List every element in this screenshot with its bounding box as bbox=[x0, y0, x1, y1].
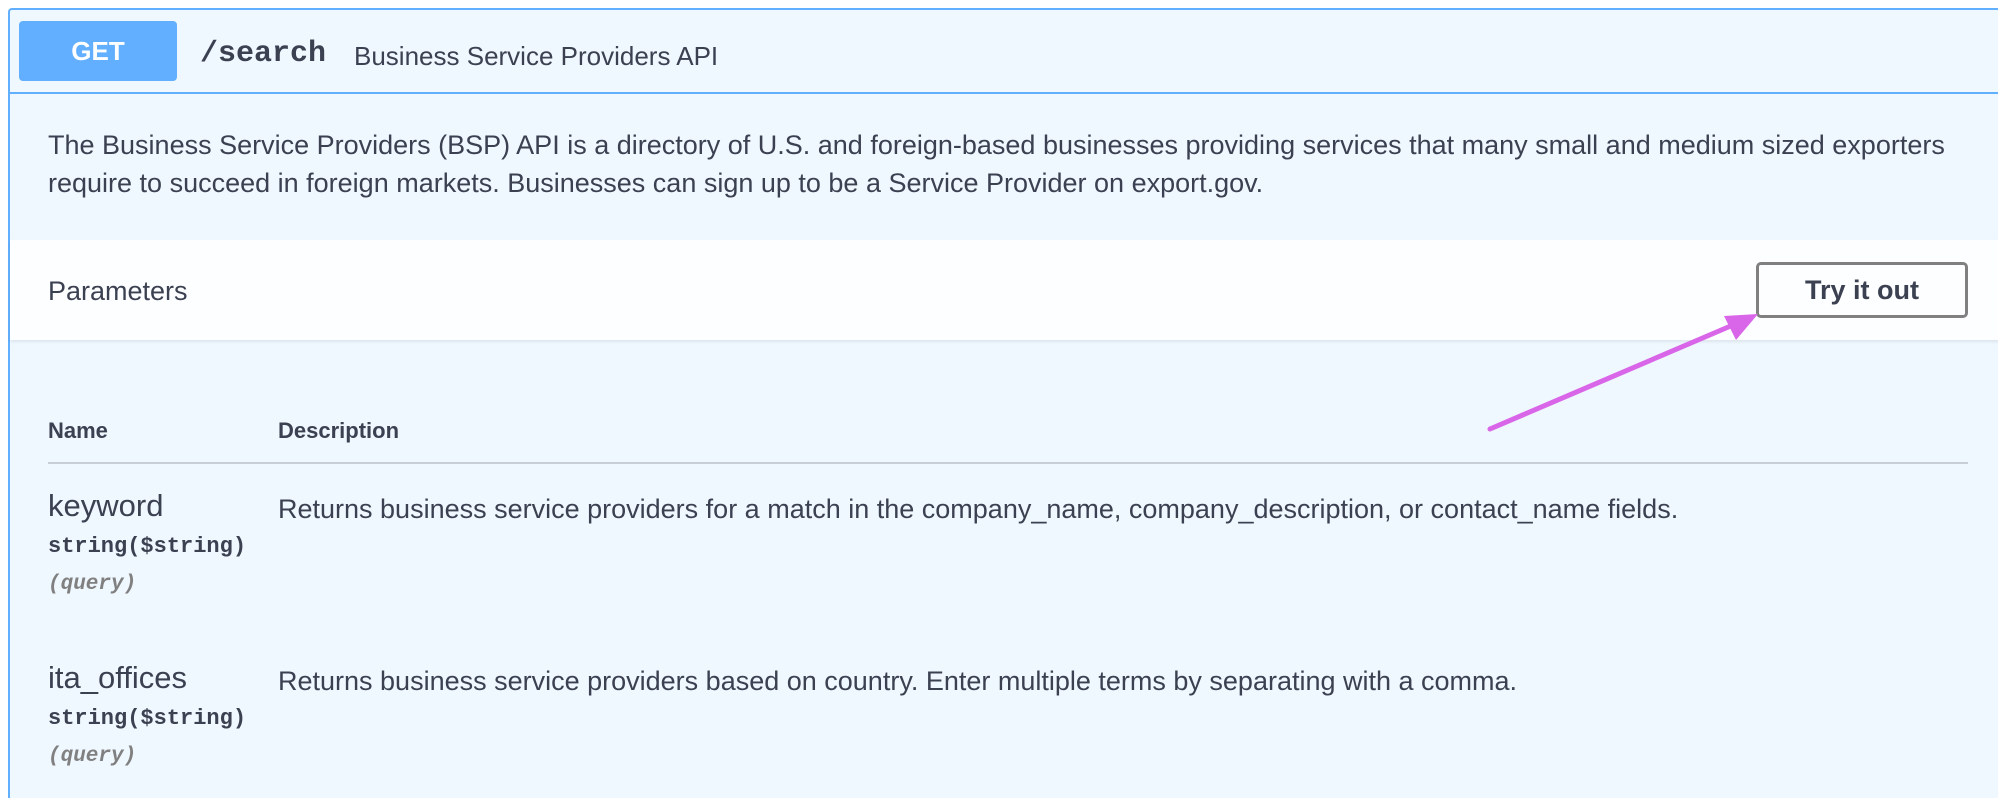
operation-block: GET /search Business Service Providers A… bbox=[8, 8, 1998, 798]
column-header-name: Name bbox=[48, 418, 108, 443]
parameter-row-keyword: keyword string($string) (query) bbox=[48, 488, 246, 596]
parameter-name: ita_offices bbox=[48, 660, 188, 695]
annotation-arrow-icon bbox=[1487, 314, 1758, 432]
parameter-type: string($string) bbox=[48, 706, 247, 731]
method-badge: GET bbox=[19, 21, 177, 81]
table-header-divider bbox=[48, 462, 1968, 464]
parameters-title: Parameters bbox=[48, 276, 188, 306]
parameter-description: Returns business service providers based… bbox=[278, 666, 1518, 696]
parameter-location: (query) bbox=[48, 745, 137, 768]
parameter-description: Returns business service providers for a… bbox=[278, 494, 1679, 524]
try-it-out-button[interactable]: Try it out bbox=[1756, 262, 1968, 318]
parameter-type: string($string) bbox=[48, 534, 247, 559]
parameter-name: keyword bbox=[48, 488, 164, 523]
operation-path: /search bbox=[200, 37, 327, 71]
parameter-row-ita-offices: ita_offices string($string) (query) bbox=[48, 660, 246, 768]
operation-summary[interactable]: GET /search Business Service Providers A… bbox=[10, 10, 1998, 94]
column-header-description: Description bbox=[278, 418, 400, 443]
parameter-location: (query) bbox=[48, 573, 137, 596]
operation-summary-text: Business Service Providers API bbox=[354, 41, 719, 71]
operation-description: The Business Service Providers (BSP) API… bbox=[48, 130, 1945, 198]
